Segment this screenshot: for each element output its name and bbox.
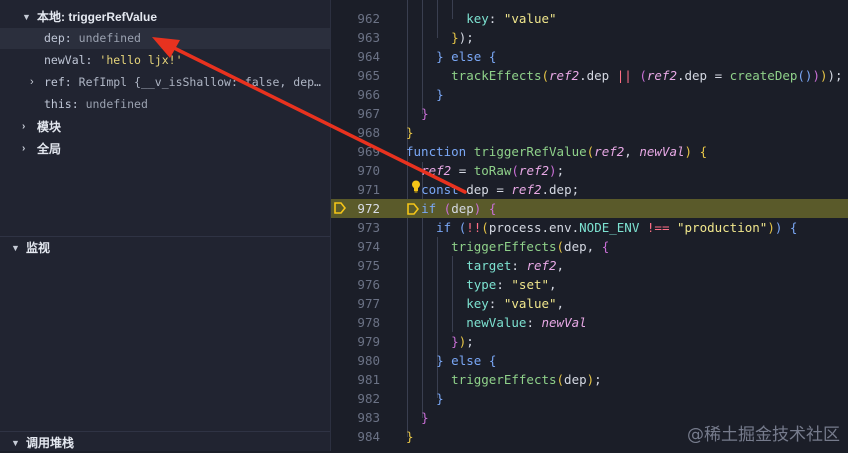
section-divider: [0, 431, 330, 432]
code-line: 970 ref2 = toRaw(ref2);: [357, 163, 565, 178]
code-line: 980 } else {: [357, 353, 497, 368]
code-line: 982 }: [357, 391, 444, 406]
chevron-down-icon: ▼: [11, 243, 20, 253]
module-scope-header[interactable]: › 模块: [0, 117, 330, 137]
variable-row-this[interactable]: this: undefined: [0, 94, 330, 115]
variable-name: dep: [44, 31, 65, 45]
callstack-section-header[interactable]: ▼ 调用堆栈: [0, 433, 330, 453]
code-line: 976 type: "set",: [357, 277, 557, 292]
debug-panel: ▼ 本地: triggerRefValue dep: undefined new…: [0, 0, 331, 451]
variable-name: ref: [44, 75, 65, 89]
chevron-right-icon: ›: [22, 143, 26, 154]
chevron-down-icon: ▼: [22, 12, 31, 22]
variable-value: undefined: [78, 31, 141, 45]
chevron-down-icon: ▼: [11, 438, 20, 448]
code-line: 969 function triggerRefValue(ref2, newVal…: [357, 144, 708, 159]
section-divider: [0, 236, 330, 237]
variable-name: this: [44, 97, 72, 111]
chevron-right-icon[interactable]: ›: [30, 72, 34, 93]
variable-row-ref[interactable]: › ref: RefImpl {__v_isShallow: false, de…: [0, 72, 330, 93]
code-line: 962 key: "value": [357, 11, 557, 26]
variable-name: newVal: [44, 53, 86, 67]
callstack-section-title: 调用堆栈: [26, 436, 75, 450]
code-line: 981 triggerEffects(dep);: [357, 372, 602, 387]
watch-section-header[interactable]: ▼ 监视: [0, 238, 330, 258]
local-scope-header[interactable]: ▼ 本地: triggerRefValue: [0, 7, 330, 27]
variable-row-dep[interactable]: dep: undefined: [0, 28, 330, 49]
code-line: 963 });: [357, 30, 474, 45]
code-line: 964 } else {: [357, 49, 497, 64]
code-line: 979 });: [357, 334, 474, 349]
execution-pointer-icon: [407, 203, 419, 215]
chevron-right-icon: ›: [22, 121, 26, 132]
code-line: 966 }: [357, 87, 444, 102]
watermark: @稀土掘金技术社区: [687, 425, 840, 445]
code-line: 975 target: ref2,: [357, 258, 565, 273]
global-scope-title: 全局: [37, 142, 62, 156]
code-line: 977 key: "value",: [357, 296, 565, 311]
variable-value: 'hello ljx!': [99, 53, 183, 67]
code-line: 974 triggerEffects(dep, {: [357, 239, 610, 254]
variable-row-newval[interactable]: newVal: 'hello ljx!': [0, 50, 330, 71]
code-editor[interactable]: 962 key: "value" 963 }); 964 } else { 96…: [331, 0, 848, 451]
code-line: 973 if (!!(process.env.NODE_ENV !== "pro…: [357, 220, 798, 235]
lightbulb-icon[interactable]: [411, 180, 421, 193]
code-line: 968}: [357, 125, 414, 140]
variable-value: undefined: [85, 97, 148, 111]
code-line: 978 newValue: newVal: [357, 315, 587, 330]
code-line: 967 }: [357, 106, 429, 121]
watch-section-title: 监视: [26, 241, 51, 255]
code-line: 971 const dep = ref2.dep;: [357, 182, 580, 197]
module-scope-title: 模块: [37, 120, 62, 134]
local-scope-title: 本地: triggerRefValue: [37, 10, 158, 24]
code-line: 965 trackEffects(ref2.dep || (ref2.dep =…: [357, 68, 843, 83]
variable-value: RefImpl {__v_isShallow: false, dep…: [78, 75, 321, 89]
global-scope-header[interactable]: › 全局: [0, 139, 330, 159]
breakpoint-icon[interactable]: [334, 202, 346, 214]
